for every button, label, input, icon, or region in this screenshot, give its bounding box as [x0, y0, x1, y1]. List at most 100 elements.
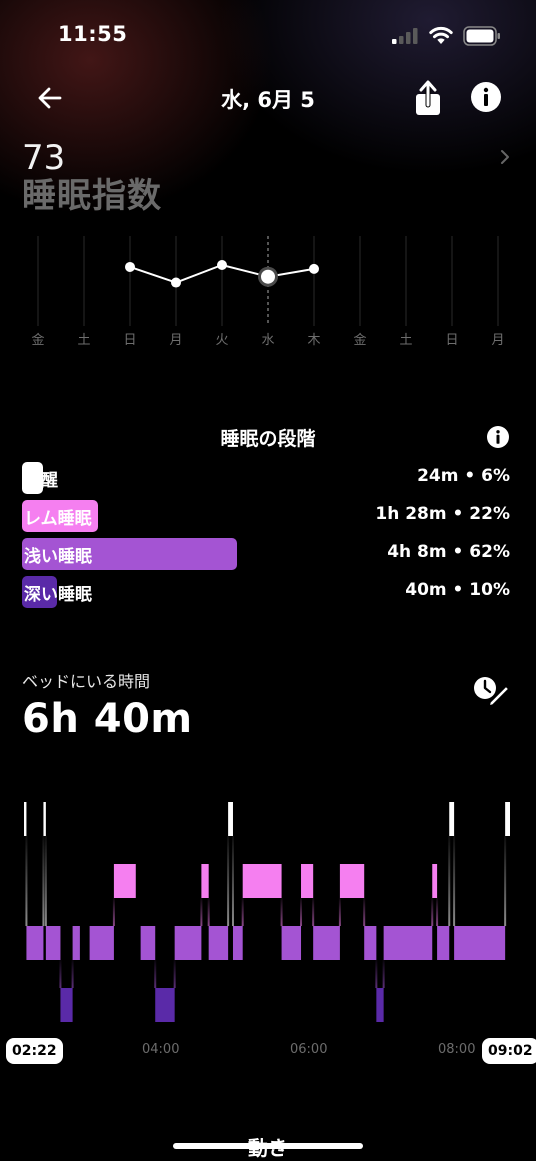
hypnogram-rem-segment: [201, 864, 209, 898]
hypnogram-awake-segment: [43, 802, 46, 836]
hypnogram-transition: [154, 960, 157, 988]
cellular-signal-icon: [392, 28, 418, 44]
hypnogram-deep-segment: [60, 988, 73, 1022]
info-icon[interactable]: [470, 81, 502, 113]
week-day-label: 月: [169, 333, 182, 348]
hypnogram-transition: [280, 898, 283, 926]
hypnogram-transition: [375, 960, 378, 988]
time-in-bed-label: ベッドにいる時間: [22, 672, 151, 691]
start-time-label: 02:22: [6, 1038, 63, 1064]
stage-row-light: 浅い睡眠 4h 8m • 62%: [22, 538, 510, 570]
hypnogram-light-segment: [232, 926, 243, 960]
hypnogram-light-segment: [140, 926, 156, 960]
chevron-right-icon[interactable]: [498, 148, 512, 166]
wifi-icon: [429, 26, 453, 44]
hypnogram-rem-segment: [301, 864, 314, 898]
stages-info-icon[interactable]: [486, 425, 510, 449]
hypnogram-transition: [59, 960, 62, 988]
hypnogram-transition: [241, 898, 244, 926]
hypnogram-transition: [200, 898, 203, 926]
stage-label-awake: 覚醒: [24, 471, 58, 491]
stage-row-awake: 覚醒 24m • 6%: [22, 462, 510, 494]
hypnogram-transition: [504, 836, 507, 926]
week-day-label: 金: [31, 332, 44, 348]
hypnogram-awake-segment: [24, 802, 27, 836]
stage-row-rem: レム睡眠 1h 28m • 22%: [22, 500, 510, 532]
time-in-bed-value: 6h 40m: [22, 696, 193, 742]
week-day-label: 木: [307, 333, 320, 348]
hypnogram-deep-segment: [376, 988, 384, 1022]
week-day-label: 土: [399, 333, 412, 348]
score-point-selected[interactable]: [261, 269, 275, 284]
stage-value-rem: 1h 28m • 22%: [375, 504, 510, 524]
hypnogram-transition: [448, 836, 451, 926]
hypnogram-transition: [431, 898, 434, 926]
page-title-date: 水, 6月 5: [221, 88, 315, 112]
week-day-label: 日: [445, 333, 458, 348]
week-day-label: 月: [491, 333, 504, 348]
hypnogram-awake-segment: [449, 802, 455, 836]
stage-label-light: 浅い睡眠: [24, 547, 92, 567]
hypnogram-transition: [363, 898, 366, 926]
week-day-label: 土: [77, 333, 90, 348]
hypnogram-light-segment: [437, 926, 450, 960]
time-tick-0800: 08:00: [438, 1042, 476, 1057]
battery-icon: [463, 26, 500, 46]
hypnogram-transition: [207, 898, 210, 926]
hypnogram-transition: [227, 836, 230, 926]
stage-value-awake: 24m • 6%: [417, 466, 510, 486]
score-point[interactable]: [125, 261, 135, 272]
weekly-score-chart[interactable]: 金土日月火水木金土日月: [14, 228, 522, 354]
edit-time-icon[interactable]: [472, 674, 510, 708]
week-day-label: 金: [353, 332, 366, 348]
hypnogram-transition: [300, 898, 303, 926]
time-tick-0600: 06:00: [290, 1042, 328, 1057]
end-time-label: 09:02: [482, 1038, 536, 1064]
hypnogram-transition: [173, 960, 176, 988]
hypnogram-transition: [71, 960, 74, 988]
hypnogram-rem-segment: [339, 864, 365, 898]
week-day-label: 火: [215, 333, 228, 348]
hypnogram-light-segment: [364, 926, 377, 960]
hypnogram-light-segment: [174, 926, 202, 960]
time-tick-0400: 04:00: [142, 1042, 180, 1057]
hypnogram-awake-segment: [228, 802, 233, 836]
week-day-label: 水: [261, 333, 274, 348]
sleep-stages-title: 睡眠の段階: [220, 428, 316, 450]
hypnogram-transition: [312, 898, 315, 926]
stage-value-light: 4h 8m • 62%: [387, 542, 510, 562]
stage-row-deep: 深い睡眠 40m • 10%: [22, 576, 510, 608]
score-point[interactable]: [309, 263, 319, 274]
hypnogram-transition: [44, 836, 47, 926]
stage-label-rem: レム睡眠: [24, 509, 92, 529]
hypnogram-transition: [436, 898, 439, 926]
sleep-score-label: 睡眠指数: [22, 176, 162, 216]
hypnogram-transition: [231, 836, 234, 926]
hypnogram-light-segment: [281, 926, 302, 960]
hypnogram-rem-segment: [113, 864, 136, 898]
hypnogram-transition: [112, 898, 115, 926]
home-indicator[interactable]: [173, 1143, 363, 1149]
sleep-hypnogram[interactable]: [14, 798, 522, 1030]
hypnogram-light-segment: [383, 926, 433, 960]
hypnogram-transition: [338, 898, 341, 926]
hypnogram-deep-segment: [155, 988, 175, 1022]
hypnogram-light-segment: [89, 926, 114, 960]
share-icon[interactable]: [412, 79, 444, 117]
stage-value-deep: 40m • 10%: [405, 580, 510, 600]
hypnogram-light-segment: [72, 926, 80, 960]
score-point[interactable]: [217, 260, 227, 270]
hypnogram-awake-segment: [505, 802, 510, 836]
status-time: 11:55: [58, 22, 128, 46]
hypnogram-light-segment: [26, 926, 44, 960]
score-point[interactable]: [171, 277, 181, 288]
hypnogram-light-segment: [313, 926, 340, 960]
hypnogram-rem-segment: [242, 864, 282, 898]
hypnogram-light-segment: [45, 926, 61, 960]
hypnogram-transition: [453, 836, 456, 926]
hypnogram-light-segment: [208, 926, 229, 960]
stage-label-deep: 深い睡眠: [24, 585, 92, 605]
hypnogram-transition: [382, 960, 385, 988]
hypnogram-transition: [42, 836, 45, 926]
hypnogram-light-segment: [454, 926, 506, 960]
